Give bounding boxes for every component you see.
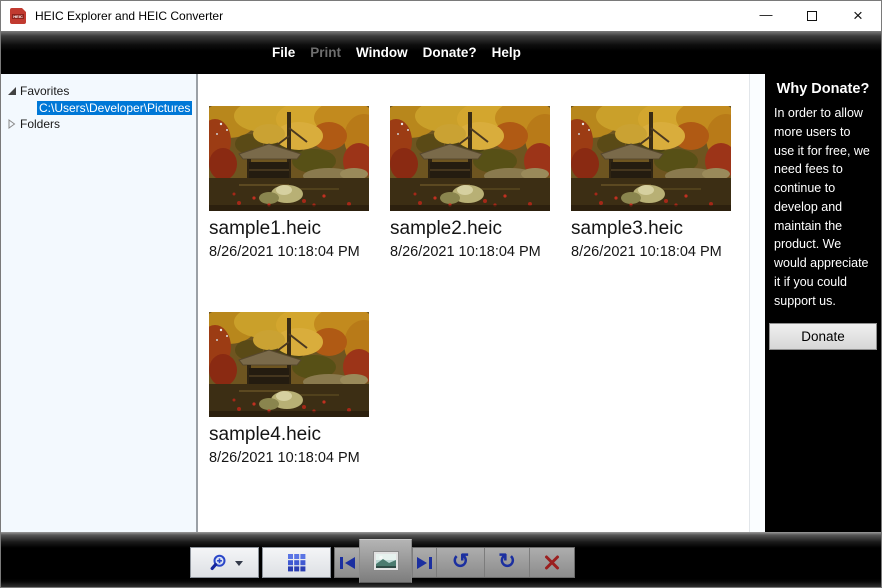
- close-icon: ×: [853, 6, 863, 26]
- file-card[interactable]: sample3.heic 8/26/2021 10:18:04 PM: [571, 106, 731, 260]
- menu-item-print: Print: [310, 45, 341, 60]
- picture-icon: [373, 551, 399, 571]
- folders-label: Folders: [20, 117, 60, 131]
- file-modified-date: 8/26/2021 10:18:04 PM: [209, 450, 369, 466]
- file-card[interactable]: sample2.heic 8/26/2021 10:18:04 PM: [390, 106, 550, 260]
- window-title: HEIC Explorer and HEIC Converter: [35, 9, 223, 23]
- photo-thumbnail[interactable]: [571, 106, 731, 211]
- tree-item-favorites[interactable]: Favorites: [1, 83, 196, 99]
- delete-button[interactable]: [529, 548, 574, 577]
- tree-collapsed-icon[interactable]: [7, 119, 17, 129]
- file-grid: sample1.heic 8/26/2021 10:18:04 PM sampl…: [198, 74, 749, 532]
- grid-icon: [287, 553, 307, 573]
- tree-item-selected-path[interactable]: C:\Users\Developer\Pictures: [1, 100, 196, 116]
- rotate-right-button[interactable]: ↻: [484, 548, 529, 577]
- menu-item-file[interactable]: File: [272, 45, 295, 60]
- file-name: sample2.heic: [390, 218, 550, 240]
- previous-button[interactable]: [335, 548, 359, 577]
- maximize-icon: [807, 11, 817, 21]
- file-name: sample4.heic: [209, 424, 369, 446]
- app-icon: HEIC: [10, 8, 26, 24]
- zoom-button[interactable]: [190, 547, 259, 578]
- single-image-view-button[interactable]: [359, 539, 412, 583]
- file-card[interactable]: sample4.heic 8/26/2021 10:18:04 PM: [209, 312, 369, 466]
- bottom-bar: ↺↻: [1, 532, 881, 587]
- toolbar-gray-group: ↺↻: [334, 547, 575, 578]
- app-icon-label: HEIC: [12, 14, 24, 19]
- tree-item-folders[interactable]: Folders: [1, 116, 196, 132]
- bottom-toolbar: ↺↻: [190, 547, 575, 578]
- minimize-icon: —: [760, 7, 773, 22]
- previous-icon: [339, 556, 356, 570]
- favorites-label: Favorites: [20, 84, 69, 98]
- app-window: HEIC HEIC Explorer and HEIC Converter — …: [0, 0, 882, 588]
- maximize-button[interactable]: [789, 1, 835, 31]
- dropdown-caret-icon[interactable]: [235, 561, 243, 570]
- file-name: sample3.heic: [571, 218, 731, 240]
- menu-item-window[interactable]: Window: [356, 45, 408, 60]
- rotate-left-button[interactable]: ↺: [436, 548, 484, 577]
- menu-bar: File Print Window Donate? Help: [1, 31, 881, 74]
- rotate-ccw-icon: ↺: [452, 553, 470, 572]
- file-modified-date: 8/26/2021 10:18:04 PM: [571, 244, 731, 260]
- selected-path-label[interactable]: C:\Users\Developer\Pictures: [37, 101, 192, 115]
- main-area: Favorites C:\Users\Developer\Pictures Fo…: [1, 74, 881, 532]
- donate-panel: Why Donate? In order to allow more users…: [765, 74, 881, 532]
- scrollbar-gutter: [749, 74, 765, 532]
- donate-panel-title: Why Donate?: [765, 81, 881, 97]
- minimize-button[interactable]: —: [743, 1, 789, 31]
- file-card[interactable]: sample1.heic 8/26/2021 10:18:04 PM: [209, 106, 369, 260]
- file-modified-date: 8/26/2021 10:18:04 PM: [390, 244, 550, 260]
- donate-panel-body: In order to allow more users to use it f…: [765, 97, 881, 310]
- thumbnail-grid-button[interactable]: [262, 547, 331, 578]
- donate-button[interactable]: Donate: [769, 323, 877, 350]
- file-name: sample1.heic: [209, 218, 369, 240]
- next-icon: [416, 556, 433, 570]
- window-controls: — ×: [743, 1, 881, 31]
- magnifier-plus-icon: [207, 554, 229, 571]
- photo-thumbnail[interactable]: [209, 106, 369, 211]
- menu-item-donate[interactable]: Donate?: [423, 45, 477, 60]
- rotate-cw-icon: ↻: [498, 553, 516, 572]
- folder-tree-sidebar: Favorites C:\Users\Developer\Pictures Fo…: [1, 74, 198, 532]
- photo-thumbnail[interactable]: [390, 106, 550, 211]
- next-button[interactable]: [412, 548, 436, 577]
- menu-item-help[interactable]: Help: [492, 45, 521, 60]
- delete-x-icon: [544, 555, 560, 570]
- close-button[interactable]: ×: [835, 1, 881, 31]
- file-modified-date: 8/26/2021 10:18:04 PM: [209, 244, 369, 260]
- photo-thumbnail[interactable]: [209, 312, 369, 417]
- title-bar: HEIC HEIC Explorer and HEIC Converter — …: [1, 1, 881, 31]
- tree-expanded-icon[interactable]: [7, 86, 17, 96]
